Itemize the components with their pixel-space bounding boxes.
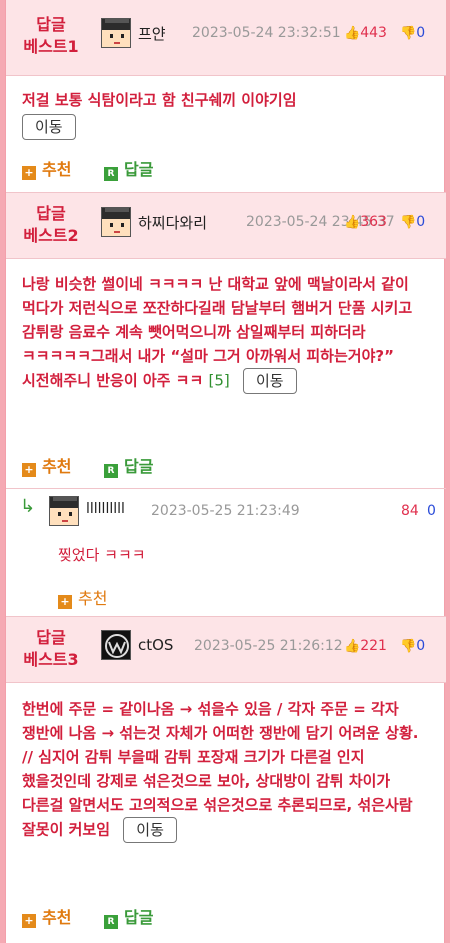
thumb-down-icon[interactable]: 👎 [400, 215, 416, 230]
thumb-up-icon[interactable]: 👍 [344, 215, 360, 230]
reply-label: 답글 [124, 160, 154, 179]
reply-button[interactable]: R 답글 [104, 156, 153, 181]
nickname[interactable]: 하찌다와리 [138, 212, 207, 233]
recommend-button[interactable]: + 추천 [22, 453, 71, 477]
nickname[interactable]: llllllllll [86, 501, 125, 517]
thumb-down-icon[interactable]: 👎 [400, 26, 416, 41]
reply-count[interactable]: [5] [209, 372, 230, 390]
reply-r-icon: R [104, 464, 118, 478]
downvote-count[interactable]: 0 [427, 503, 436, 519]
reply-label: 답글 [124, 908, 154, 927]
thumb-up-icon[interactable]: 👍 [344, 26, 360, 41]
best-label: 답글베스트3 [16, 627, 86, 671]
reply-r-icon: R [104, 167, 118, 181]
comment-header: 답글베스트1 프얀 2023-05-24 23:32:51 👍443 👎0 [6, 0, 446, 76]
comment-header: 답글베스트3 ctOS 2023-05-25 21:26:12 👍221 👎0 [6, 617, 446, 683]
upvote-count: 363 [360, 214, 387, 230]
plus-icon: + [58, 595, 72, 609]
plus-icon: + [22, 463, 36, 477]
avatar[interactable] [101, 630, 131, 660]
avatar[interactable] [101, 207, 131, 237]
best-label: 답글베스트2 [16, 203, 86, 247]
avatar[interactable] [101, 18, 131, 48]
recommend-label: 추천 [42, 908, 72, 927]
move-button[interactable]: 이동 [123, 817, 177, 843]
recommend-label: 추천 [42, 160, 72, 179]
best-label-line2: 베스트3 [23, 650, 79, 669]
reply-label: 답글 [124, 457, 154, 476]
comment-body: 저걸 보통 식탐이라고 함 친구쉐끼 이야기임 [22, 88, 434, 112]
downvote[interactable]: 👎0 [400, 214, 425, 230]
reply-button[interactable]: R 답글 [104, 904, 153, 929]
upvote[interactable]: 👍363 [344, 214, 387, 230]
best-label-line1: 답글 [36, 204, 66, 223]
downvote[interactable]: 👎0 [400, 638, 425, 654]
downvote-count: 0 [416, 638, 426, 654]
recommend-button[interactable]: + 추천 [58, 585, 107, 609]
thumb-up-icon[interactable]: 👍 [344, 639, 360, 654]
upvote[interactable]: 👍443 [344, 25, 387, 41]
best-label-line2: 베스트2 [23, 226, 79, 245]
best-label-line1: 답글 [36, 15, 66, 34]
reply-arrow-icon: ↳ [20, 496, 36, 517]
divider [6, 488, 446, 489]
nickname[interactable]: ctOS [138, 636, 173, 654]
comment-text: 한번에 주문 = 같이나옴 → 섞을수 있음 / 각자 주문 = 각자 쟁반에 … [22, 700, 419, 839]
thumb-down-icon[interactable]: 👎 [400, 639, 416, 654]
recommend-button[interactable]: + 추천 [22, 156, 71, 180]
upvote-count: 443 [360, 25, 387, 41]
comment-text: 저걸 보통 식탐이라고 함 친구쉐끼 이야기임 [22, 91, 297, 109]
best-badge: 답글베스트2 [16, 203, 86, 247]
best-badge: 답글베스트3 [16, 627, 86, 671]
recommend-button[interactable]: + 추천 [22, 904, 71, 928]
upvote[interactable]: 👍221 [344, 638, 387, 654]
best-badge: 답글베스트1 [16, 14, 86, 58]
nickname[interactable]: 프얀 [138, 23, 166, 44]
reply-text: 찢었다 ㅋㅋㅋ [58, 546, 146, 564]
timestamp: 2023-05-25 21:23:49 [151, 503, 300, 519]
comment-body: 한번에 주문 = 같이나옴 → 섞을수 있음 / 각자 주문 = 각자 쟁반에 … [22, 697, 434, 843]
timestamp: 2023-05-24 23:32:51 [192, 25, 341, 41]
ctos-logo-icon [105, 634, 129, 658]
plus-icon: + [22, 914, 36, 928]
downvote[interactable]: 👎0 [400, 25, 425, 41]
avatar[interactable] [49, 496, 79, 526]
best-label-line1: 답글 [36, 628, 66, 647]
best-label-line2: 베스트1 [23, 37, 79, 56]
downvote-count: 0 [416, 214, 426, 230]
move-button[interactable]: 이동 [243, 368, 297, 394]
move-button[interactable]: 이동 [22, 114, 76, 140]
comment-header: 답글 베스트2 하찌다와리 2023-05-24 23:45:37 👍363 👎0 [6, 193, 446, 259]
plus-icon: + [22, 166, 36, 180]
recommend-label: 추천 [78, 589, 108, 608]
upvote-count[interactable]: 84 [401, 503, 419, 519]
reply-button[interactable]: R 답글 [104, 453, 153, 478]
recommend-label: 추천 [42, 457, 72, 476]
comment-list: 답글 베스트1 프얀 2023-05-24 23:32:51 👍443 👎0 저걸… [5, 0, 446, 943]
timestamp: 2023-05-25 21:26:12 [194, 638, 343, 654]
comment-body: 나랑 비슷한 썰이네 ㅋㅋㅋㅋ 난 대학교 앞에 맥날이라서 같이 먹다가 저런… [22, 272, 434, 394]
downvote-count: 0 [416, 25, 426, 41]
upvote-count: 221 [360, 638, 387, 654]
best-label: 답글베스트1 [16, 14, 86, 58]
reply-r-icon: R [104, 915, 118, 929]
